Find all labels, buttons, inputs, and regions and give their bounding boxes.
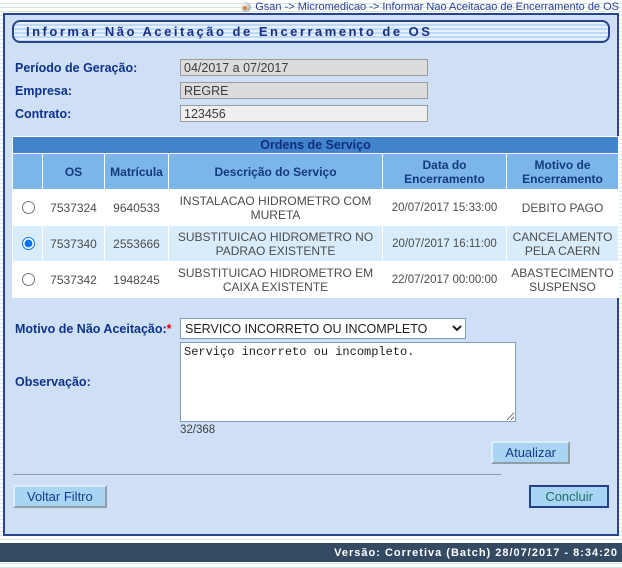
version-footer: Versão: Corretiva (Batch) 28/07/2017 - 8… [0,543,622,562]
version-text: Versão: Corretiva (Batch) 28/07/2017 - 8… [334,547,618,559]
table-row: 7537324 9640533 INSTALACAO HIDROMETRO CO… [13,190,619,226]
form-row-empresa: Empresa: [15,82,617,99]
observacao-row: Observação: Serviço incorreto ou incompl… [15,342,617,422]
col-data-encerramento: Data do Encerramento [383,154,507,190]
col-descricao: Descrição do Serviço [169,154,383,190]
motivo-nao-aceitacao-row: Motivo de Não Aceitação:* SERVICO INCORR… [15,318,617,339]
empresa-label: Empresa: [15,84,180,98]
periodo-label: Período de Geração: [15,61,180,75]
char-counter: 32/368 [180,424,617,436]
atualizar-button[interactable]: Atualizar [491,441,570,464]
cell-data: 20/07/2017 16:11:00 [383,226,507,262]
cell-motivo: DEBITO PAGO [507,190,619,226]
breadcrumb: Gsan -> Micromedicao -> Informar Nao Ace… [0,0,622,13]
empresa-field [180,82,428,99]
cell-matricula: 2553666 [105,226,169,262]
table-row-selected: 7537340 2553666 SUBSTITUICAO HIDROMETRO … [13,226,619,262]
filter-summary: Período de Geração: Empresa: Contrato: [15,59,617,122]
os-radio[interactable] [22,237,35,250]
contrato-field[interactable] [180,105,428,122]
concluir-button[interactable]: Concluir [529,485,609,508]
cell-descricao: SUBSTITUICAO HIDROMETRO NO PADRAO EXISTE… [169,226,383,262]
page-title-bar: Informar Não Aceitação de Encerramento d… [12,20,610,43]
cell-motivo: ABASTECIMENTO SUSPENSO [507,262,619,298]
col-radio [13,154,43,190]
voltar-filtro-button[interactable]: Voltar Filtro [13,485,107,508]
col-motivo-encerramento: Motivo de Encerramento [507,154,619,190]
table-row: 7537342 1948245 SUBSTITUICAO HIDROMETRO … [13,262,619,298]
observacao-textarea[interactable]: Serviço incorreto ou incompleto. [180,342,516,422]
breadcrumb-text[interactable]: Gsan -> Micromedicao -> Informar Nao Ace… [255,1,619,13]
observacao-label: Observação: [15,375,180,389]
motivo-label: Motivo de Não Aceitação:* [15,322,180,336]
motivo-label-text: Motivo de Não Aceitação: [15,322,167,336]
ordens-servico-table: Ordens de Serviço OS Matrícula Descrição… [12,136,619,298]
cell-matricula: 9640533 [105,190,169,226]
cell-descricao: INSTALACAO HIDROMETRO COM MURETA [169,190,383,226]
cell-descricao: SUBSTITUICAO HIDROMETRO EM CAIXA EXISTEN… [169,262,383,298]
os-radio[interactable] [22,201,35,214]
cell-motivo: CANCELAMENTO PELA CAERN [507,226,619,262]
cell-matricula: 1948245 [105,262,169,298]
page-title: Informar Não Aceitação de Encerramento d… [26,24,432,39]
cell-data: 22/07/2017 00:00:00 [383,262,507,298]
cell-os: 7537340 [43,226,105,262]
form-row-contrato: Contrato: [15,105,617,122]
cell-os: 7537342 [43,262,105,298]
col-os: OS [43,154,105,190]
cell-os: 7537324 [43,190,105,226]
table-title: Ordens de Serviço [13,137,619,154]
gsan-sphere-icon [241,2,251,12]
motivo-select[interactable]: SERVICO INCORRETO OU INCOMPLETO [180,318,466,339]
periodo-field [180,59,428,76]
cell-data: 20/07/2017 15:33:00 [383,190,507,226]
main-panel: Informar Não Aceitação de Encerramento d… [3,13,619,536]
contrato-label: Contrato: [15,107,180,121]
separator-line [13,474,501,475]
required-asterisk: * [167,322,172,336]
table-header-row: OS Matrícula Descrição do Serviço Data d… [13,154,619,190]
form-row-periodo: Período de Geração: [15,59,617,76]
os-radio[interactable] [22,273,35,286]
col-matricula: Matrícula [105,154,169,190]
